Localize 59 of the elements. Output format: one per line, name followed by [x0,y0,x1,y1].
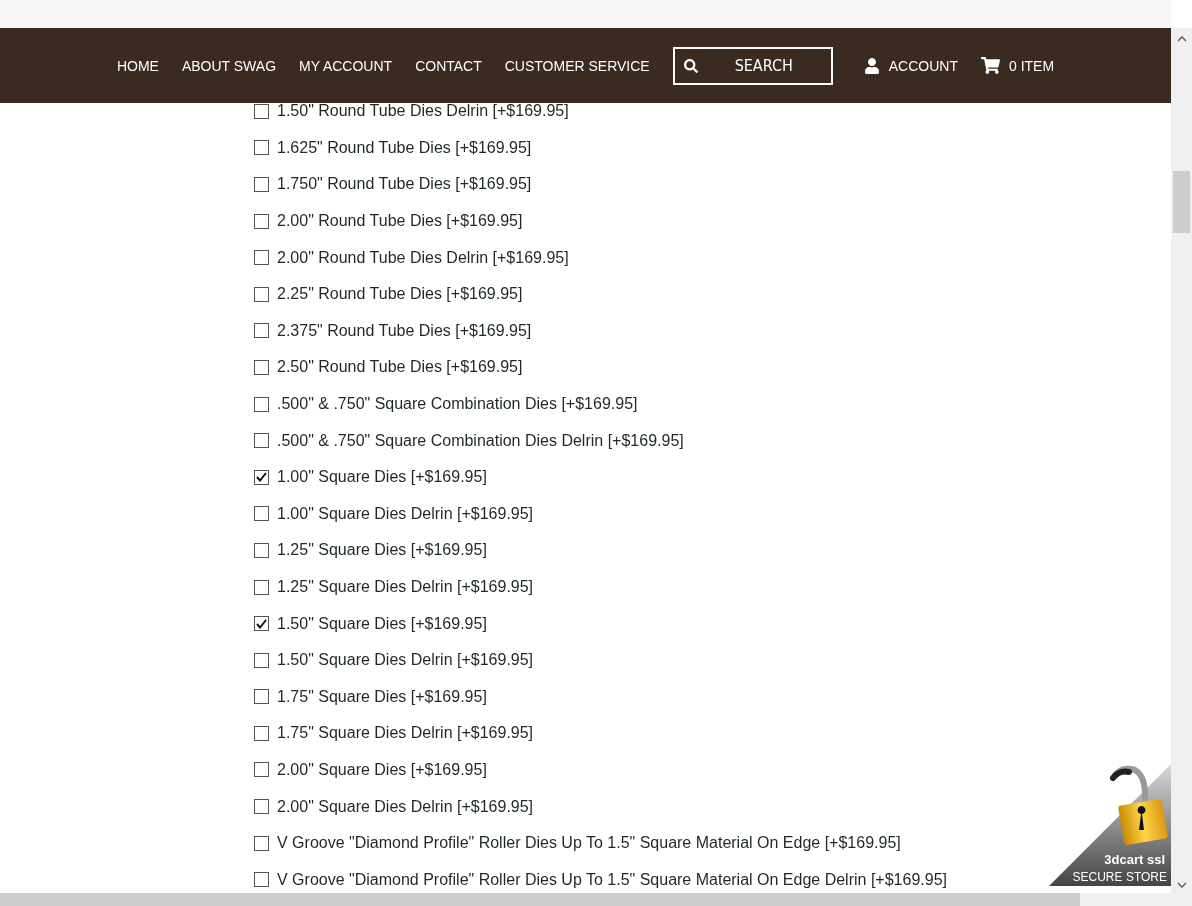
nav-link[interactable]: CUSTOMER SERVICE [504,57,650,74]
nav-link[interactable]: MY ACCOUNT [299,57,393,74]
checkbox[interactable] [254,689,269,705]
checkbox[interactable] [254,652,269,668]
checkbox[interactable] [254,579,269,595]
option-label: 1.625" Round Tube Dies [+$169.95] [277,138,532,157]
cart-icon [980,56,1000,75]
checkbox[interactable] [254,103,269,119]
checkbox[interactable] [254,359,269,375]
option-label: V Groove "Diamond Profile" Roller Dies Up To 1.5" Square Material On Edge Delrin [+$169.95] [277,870,947,889]
user-icon [863,57,880,74]
search-field[interactable]: SEARCH [672,46,833,85]
option-label: 1.50" Square Dies Delrin [+$169.95] [277,651,534,670]
option-label: .500" & .750" Square Combination Dies Delrin [+$169.95] [277,431,684,450]
option-label: 2.25" Round Tube Dies [+$169.95] [277,285,523,304]
checkbox[interactable] [254,469,269,485]
option-label: 1.75" Square Dies [+$169.95] [277,687,487,706]
option-label: 1.00" Square Dies [+$169.95] [277,468,487,487]
option-label: 1.50" Square Dies [+$169.95] [277,614,487,633]
checkbox[interactable] [254,542,269,558]
checkbox[interactable] [254,616,269,632]
option-label: 2.00" Round Tube Dies Delrin [+$169.95] [277,248,569,267]
checkbox[interactable] [254,506,269,522]
scrollbar-thumb[interactable] [1173,171,1190,233]
nav-link[interactable]: CONTACT [415,57,482,74]
nav-link[interactable]: ABOUT SWAG [181,57,277,74]
option-label: 2.50" Round Tube Dies [+$169.95] [277,358,523,377]
checkbox[interactable] [254,213,269,229]
checkbox[interactable] [254,140,269,156]
option-label: 1.750" Round Tube Dies [+$169.95] [277,175,532,194]
option-label: 1.75" Square Dies Delrin [+$169.95] [277,724,534,743]
checkbox[interactable] [254,286,269,302]
account-link[interactable]: ACCOUNT [863,57,958,74]
option-label: 2.00" Square Dies Delrin [+$169.95] [277,797,534,816]
option-label: 1.25" Square Dies Delrin [+$169.95] [277,578,534,596]
checkbox[interactable] [254,725,269,741]
badge-caption: SECURE STORE [1072,870,1167,884]
secure-store-badge[interactable]: 3dcart ssl SECURE STORE [1049,764,1171,886]
checkbox[interactable] [254,872,269,888]
checkbox[interactable] [254,762,269,778]
checkbox[interactable] [254,323,269,339]
checkbox[interactable] [254,433,269,449]
badge-brand: 3dcart ssl [1104,852,1165,867]
option-label: 1.50" Round Tube Dies Delrin [+$169.95] [277,103,569,121]
cart-link[interactable]: 0 ITEM [980,56,1055,75]
option-label: 1.25" Square Dies [+$169.95] [277,541,487,560]
option-label: 2.00" Round Tube Dies [+$169.95] [277,212,523,231]
search-icon [683,58,698,73]
option-label: 2.00" Square Dies [+$169.95] [277,761,487,779]
checkbox[interactable] [254,835,269,851]
checkbox[interactable] [254,396,269,412]
checkbox[interactable] [254,177,269,192]
option-label: 1.00" Square Dies Delrin [+$169.95] [277,504,534,523]
option-label: 2.375" Round Tube Dies [+$169.95] [277,321,532,340]
option-label: V Groove "Diamond Profile" Roller Dies Up To 1.5" Square Material On Edge [+$169.95] [277,834,901,853]
checkbox[interactable] [254,250,269,266]
nav-link[interactable]: HOME [116,57,159,74]
option-label: .500" & .750" Square Combination Dies [+$169.95] [277,395,638,414]
checkbox[interactable] [254,799,269,815]
